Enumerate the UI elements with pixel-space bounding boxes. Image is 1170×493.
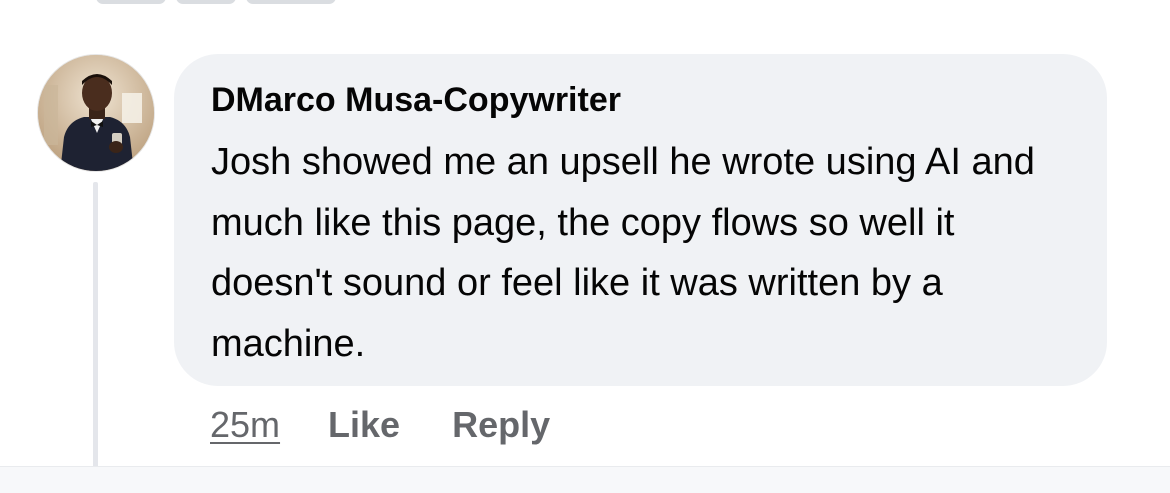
comment-bubble: DMarco Musa-Copywriter Josh showed me an… [174,54,1107,386]
avatar[interactable] [37,54,155,172]
comment-thread: DMarco Musa-Copywriter Josh showed me an… [0,0,1170,493]
like-button[interactable]: Like [328,404,400,446]
reply-button[interactable]: Reply [452,404,550,446]
comment-author[interactable]: DMarco Musa-Copywriter [211,78,1071,122]
comment-text: Josh showed me an upsell he wrote using … [211,141,1035,365]
comment-actions: 25m Like Reply [210,402,550,448]
previous-comment-fragment [96,0,356,4]
comment-timestamp[interactable]: 25m [210,404,280,446]
profile-photo-icon [38,55,154,171]
bottom-divider [0,466,1170,493]
thread-connector-line [93,182,98,469]
